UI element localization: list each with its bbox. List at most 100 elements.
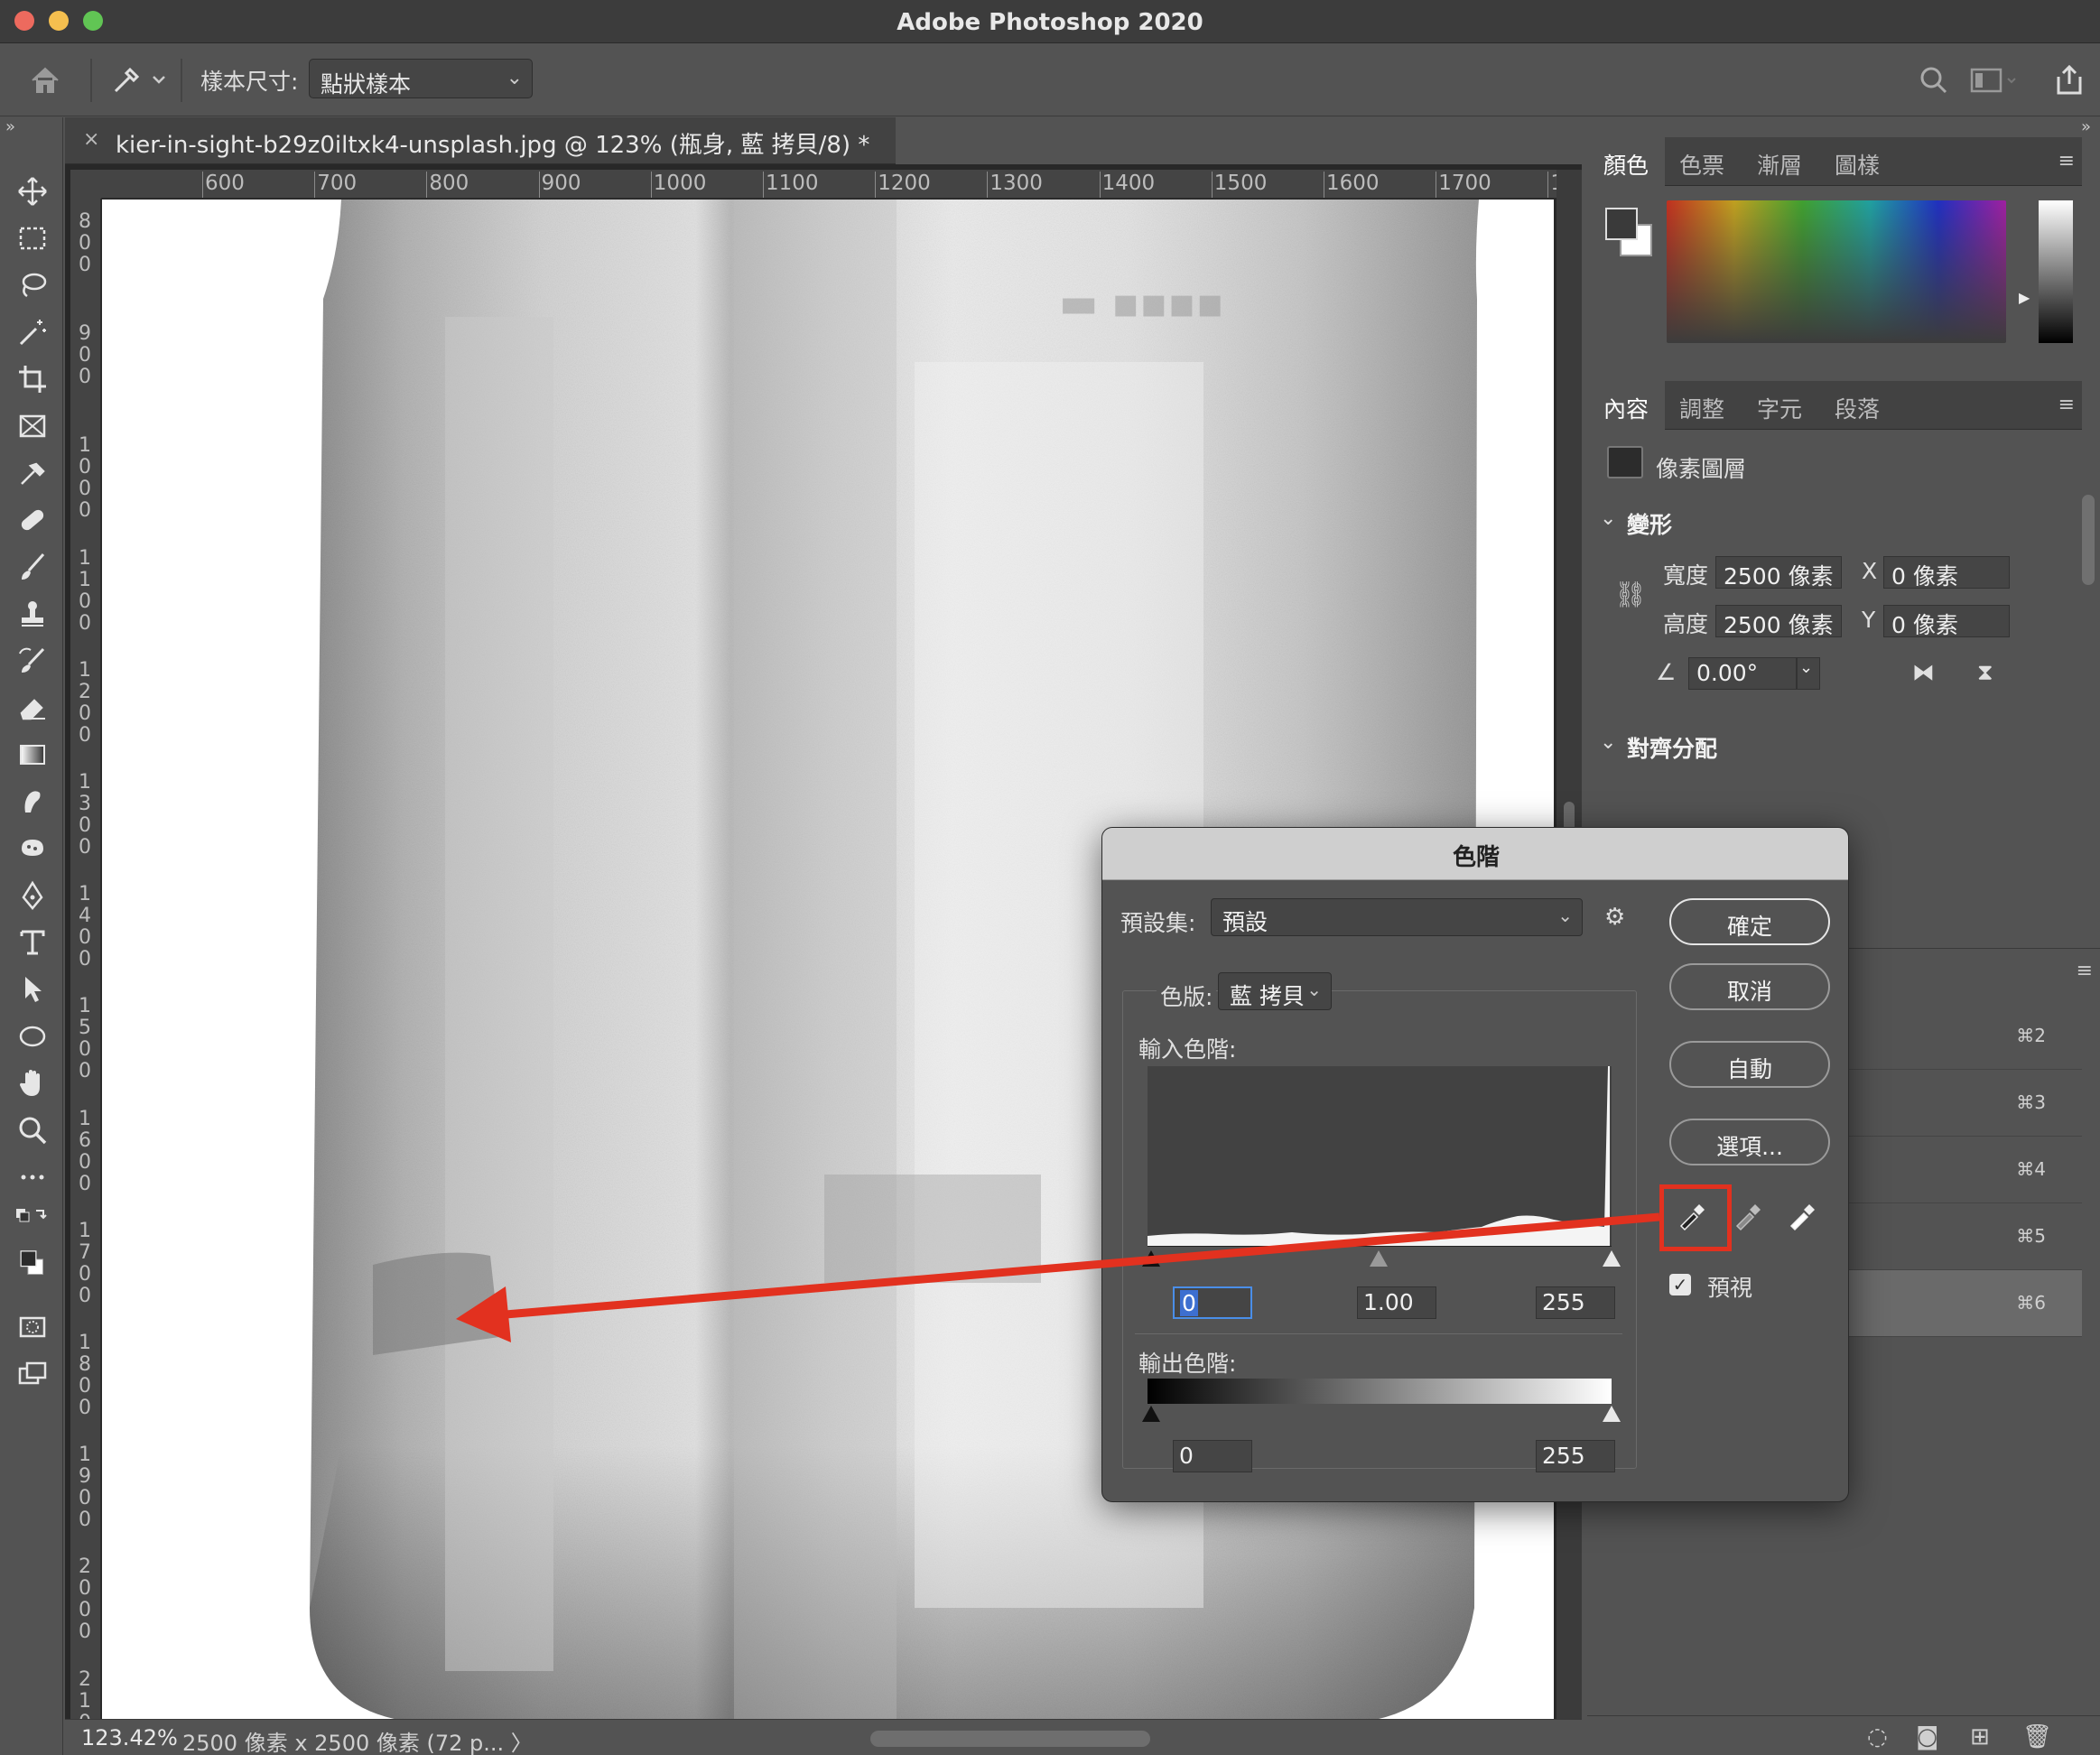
- home-button[interactable]: [27, 62, 67, 98]
- input-gamma-slider[interactable]: [1370, 1250, 1388, 1267]
- trash-icon[interactable]: 🗑: [2022, 1723, 2052, 1750]
- ruler-label: 1500: [1213, 172, 1268, 195]
- channel-select[interactable]: 藍 拷貝 ⌄: [1218, 972, 1332, 1010]
- input-white-slider[interactable]: [1603, 1250, 1621, 1267]
- search-button[interactable]: [1916, 62, 1952, 98]
- pen-tool[interactable]: [13, 876, 52, 915]
- panel-menu-icon[interactable]: ≡: [2058, 150, 2075, 172]
- history-brush-tool[interactable]: [13, 641, 52, 681]
- height-field[interactable]: 2500 像素: [1715, 605, 1842, 638]
- vertical-ruler[interactable]: 800 900 1000 1100 1200 1300 1400 1500 1600 1700 18…: [70, 199, 101, 1719]
- gear-icon[interactable]: ⚙: [1604, 904, 1625, 931]
- transform-heading[interactable]: 變形: [1627, 507, 1672, 540]
- tool-preset-picker[interactable]: [107, 60, 170, 100]
- width-field[interactable]: 2500 像素: [1715, 556, 1842, 590]
- width-label: 寬度: [1663, 562, 1709, 589]
- angle-dropdown[interactable]: ⌄: [1797, 657, 1820, 690]
- healing-brush-tool[interactable]: [13, 500, 52, 540]
- chevron-down-icon[interactable]: ⌄: [1600, 731, 1616, 754]
- link-icon[interactable]: ⛓: [1614, 580, 1647, 609]
- tab-patterns[interactable]: 圖樣: [1818, 137, 1896, 186]
- white-point-eyedropper[interactable]: [1776, 1189, 1828, 1241]
- flip-horizontal-icon[interactable]: ⧓: [1912, 659, 1935, 685]
- horizontal-ruler[interactable]: 600 700 800 900 1000 1100 1200 1300 1400 1500 1600…: [101, 170, 1556, 199]
- brush-tool[interactable]: [13, 547, 52, 587]
- quick-mask-mode[interactable]: [13, 1307, 52, 1347]
- preview-checkbox[interactable]: ✓: [1669, 1274, 1691, 1295]
- hand-tool[interactable]: [13, 1063, 52, 1103]
- eyedropper-tool[interactable]: [13, 453, 52, 493]
- eraser-tool[interactable]: [13, 688, 52, 728]
- horizontal-scroll-thumb[interactable]: [870, 1731, 1150, 1747]
- output-black-field[interactable]: 0: [1173, 1440, 1252, 1472]
- grayscale-ramp[interactable]: [2039, 200, 2073, 343]
- magic-wand-tool[interactable]: [13, 312, 52, 352]
- input-white-field[interactable]: 255: [1536, 1286, 1615, 1319]
- input-gamma-field[interactable]: 1.00: [1357, 1286, 1436, 1319]
- screen-mode[interactable]: [13, 1354, 52, 1394]
- default-colors[interactable]: [13, 1204, 52, 1231]
- preset-select[interactable]: 預設 ⌄: [1211, 898, 1583, 936]
- frame-tool[interactable]: [13, 406, 52, 446]
- more-tools[interactable]: [13, 1157, 52, 1197]
- close-document-icon[interactable]: ×: [83, 128, 99, 151]
- zoom-tool[interactable]: [13, 1110, 52, 1150]
- lasso-tool[interactable]: [13, 265, 52, 305]
- gradient-tool[interactable]: [13, 735, 52, 775]
- auto-button[interactable]: 自動: [1669, 1041, 1830, 1088]
- panel-menu-icon[interactable]: ≡: [2058, 394, 2075, 416]
- chevron-down-icon[interactable]: ⌄: [1600, 507, 1616, 530]
- input-black-slider[interactable]: [1142, 1250, 1160, 1267]
- marquee-tool[interactable]: [13, 218, 52, 258]
- save-selection-icon[interactable]: ◙: [1916, 1723, 1938, 1750]
- clone-stamp-tool[interactable]: [13, 594, 52, 634]
- align-distribute-heading[interactable]: 對齊分配: [1627, 731, 1717, 764]
- document-tab[interactable]: × kier-in-sight-b29z0iltxk4-unsplash.jpg…: [65, 117, 896, 164]
- crop-tool[interactable]: [13, 359, 52, 399]
- ruler-label: 2000: [79, 1555, 91, 1644]
- properties-scroll-thumb[interactable]: [2082, 495, 2095, 585]
- tab-properties[interactable]: 內容: [1587, 381, 1666, 430]
- new-channel-icon[interactable]: ⊞: [1970, 1723, 1990, 1750]
- output-black-slider[interactable]: [1142, 1406, 1160, 1422]
- foreground-background-colors[interactable]: [13, 1237, 52, 1291]
- x-field[interactable]: 0 像素: [1883, 556, 2010, 590]
- home-icon: [32, 67, 59, 93]
- input-black-field[interactable]: 0: [1173, 1286, 1252, 1319]
- tab-swatches[interactable]: 色票: [1663, 137, 1741, 186]
- levels-dialog: 色階 預設集: 預設 ⌄ ⚙ 色版: 藍 拷貝 ⌄ 輸入色階: 0 1.00 2…: [1101, 827, 1849, 1502]
- workspace-button[interactable]: [1968, 62, 2022, 98]
- collapse-toolbar-icon[interactable]: »: [5, 117, 15, 136]
- ruler-label: 1600: [79, 1107, 91, 1195]
- tab-color[interactable]: 顏色: [1587, 137, 1666, 186]
- document-info[interactable]: 2500 像素 x 2500 像素 (72 p... 〉: [182, 1725, 533, 1755]
- dodge-tool[interactable]: [13, 829, 52, 868]
- share-button[interactable]: [2051, 62, 2087, 98]
- tab-character[interactable]: 字元: [1741, 381, 1818, 430]
- sample-size-select[interactable]: 點狀樣本 ⌄: [309, 59, 533, 98]
- flip-vertical-icon[interactable]: ⧗: [1977, 659, 1993, 686]
- type-tool[interactable]: [13, 923, 52, 962]
- output-white-slider[interactable]: [1603, 1406, 1621, 1422]
- angle-field[interactable]: 0.00°: [1688, 657, 1797, 690]
- y-field[interactable]: 0 像素: [1883, 605, 2010, 638]
- tab-adjustments[interactable]: 調整: [1663, 381, 1741, 430]
- options-button[interactable]: 選項...: [1669, 1119, 1830, 1165]
- path-selection-tool[interactable]: [13, 970, 52, 1009]
- foreground-color-swatch[interactable]: [1605, 208, 1638, 240]
- pen-icon: [22, 880, 43, 910]
- tab-paragraph[interactable]: 段落: [1818, 381, 1896, 430]
- ellipse-tool[interactable]: [13, 1017, 52, 1056]
- zoom-level[interactable]: 123.42%: [81, 1725, 178, 1750]
- sponge-icon: [22, 840, 43, 856]
- smudge-tool[interactable]: [13, 782, 52, 822]
- output-white-field[interactable]: 255: [1536, 1440, 1615, 1472]
- tab-gradients[interactable]: 漸層: [1741, 137, 1818, 186]
- cancel-button[interactable]: 取消: [1669, 963, 1830, 1010]
- panel-menu-icon[interactable]: ≡: [2077, 960, 2093, 982]
- collapse-panels-icon[interactable]: »: [2081, 117, 2091, 136]
- move-tool[interactable]: [13, 172, 52, 211]
- ok-button[interactable]: 確定: [1669, 898, 1830, 945]
- color-spectrum[interactable]: [1667, 200, 2006, 343]
- load-selection-icon[interactable]: ◌: [1867, 1723, 1888, 1750]
